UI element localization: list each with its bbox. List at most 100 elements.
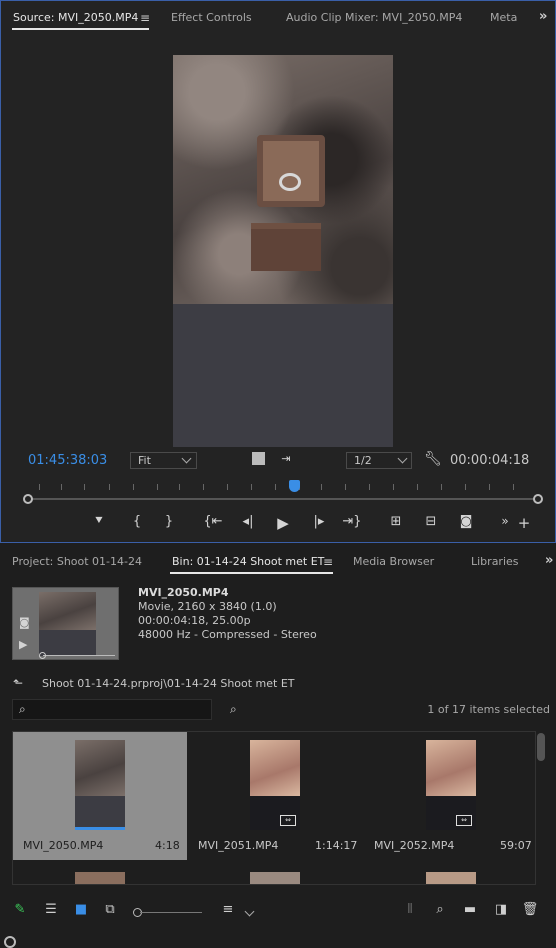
icon-view-icon[interactable]: ■ [72,902,90,917]
camera-icon[interactable]: ◙ [19,616,30,629]
clip-duration: 59:07 [500,839,532,852]
chevron-down-icon[interactable] [244,906,255,917]
chevron-down-icon [181,453,192,464]
preview-clip-timing: 00:00:04:18, 25.00p [138,614,251,627]
tab-libraries[interactable]: Libraries [471,555,519,568]
step-forward-icon[interactable]: |▸ [308,514,330,529]
source-monitor-panel: Source: MVI_2050.MP4 ≡ Effect Controls A… [0,0,556,543]
ring-box-base [251,223,321,271]
zoom-dropdown[interactable]: Fit [130,452,197,469]
sort-icon[interactable]: ≡ [219,902,237,917]
chevron-down-icon [397,453,408,464]
clip-duration: 1:14:17 [315,839,358,852]
play-icon[interactable]: ▶ [19,638,27,651]
new-item-icon[interactable]: ◨ [492,902,510,917]
panel-menu-icon[interactable]: ≡ [140,11,150,25]
active-tab-underline [12,28,149,30]
time-ruler[interactable] [29,482,537,494]
preview-clip-name: MVI_2050.MP4 [138,586,229,599]
clip-name: MVI_2050.MP4 [23,839,104,852]
list-view-icon[interactable]: ☰ [42,902,60,917]
active-tab-underline [170,572,333,574]
selection-count: 1 of 17 items selected [427,703,550,716]
preview-image [39,592,96,656]
resolution-value: 1/2 [354,454,372,467]
audio-video-badge-icon: ⇔ [280,815,296,826]
automate-to-sequence-icon[interactable]: ⦀ [401,902,419,917]
tab-project[interactable]: Project: Shoot 01-14-24 [12,555,142,568]
preview-thumbnail[interactable]: ◙ ▶ [12,587,119,660]
bin-path: Shoot 01-14-24.prproj\01-14-24 Shoot met… [42,677,295,690]
clip-thumbnail: ⇔ [250,740,300,830]
overflow-chevron-icon[interactable]: » [539,9,547,24]
panel-menu-icon[interactable]: ≡ [323,555,333,569]
zoom-slider[interactable] [140,912,202,913]
export-frame-icon[interactable]: ◙ [455,514,477,529]
insert-overlay-icon[interactable]: ⇥ [277,452,295,465]
step-back-icon[interactable]: ◂| [237,514,259,529]
mark-out-icon[interactable]: } [158,514,180,529]
bin-panel: Project: Shoot 01-14-24 Bin: 01-14-24 Sh… [0,545,556,948]
scroll-end-handle[interactable] [533,494,543,504]
tab-bin[interactable]: Bin: 01-14-24 Shoot met ET [172,555,324,568]
settings-toggle-icon[interactable] [252,452,265,465]
mark-in-icon[interactable]: { [126,514,148,529]
pencil-icon[interactable]: ✎ [11,902,29,917]
clip-thumbnail-partial [75,872,125,884]
clip-tile[interactable]: MVI_2050.MP4 4:18 [13,732,187,860]
audio-video-badge-icon: ⇔ [456,815,472,826]
source-video-frame [173,55,393,447]
add-marker-icon[interactable]: ⯆ [88,514,110,529]
clip-thumbnail: ⇔ [426,740,476,830]
freeform-view-icon[interactable]: ⧉ [101,902,119,917]
clip-duration: 00:00:04:18 [450,453,530,468]
search-icon: ⌕ [19,702,26,716]
clip-name: MVI_2051.MP4 [198,839,279,852]
resolution-dropdown[interactable]: 1/2 [346,452,412,469]
wrench-icon[interactable]: 🔧︎ [424,451,442,467]
current-timecode[interactable]: 01:45:38:03 [28,453,107,468]
preview-scrub-bar[interactable] [43,655,115,656]
play-icon[interactable]: ▶ [272,514,294,532]
trash-icon[interactable]: 🗑︎ [521,902,539,917]
tab-effect-controls[interactable]: Effect Controls [171,11,252,24]
source-tab-bar: Source: MVI_2050.MP4 ≡ Effect Controls A… [1,1,555,35]
scroll-start-handle[interactable] [23,494,33,504]
vertical-scrollbar[interactable] [537,733,545,761]
clip-thumbnail-partial [426,872,476,884]
clip-usage-bar [75,827,125,830]
go-to-out-icon[interactable]: ⇥} [341,514,363,529]
preview-scrub-handle[interactable] [39,652,46,659]
go-to-in-icon[interactable]: {⇤ [202,514,224,529]
zoom-value: Fit [138,454,151,467]
clip-name: MVI_2052.MP4 [374,839,455,852]
tab-audio-clip-mixer[interactable]: Audio Clip Mixer: MVI_2050.MP4 [286,11,462,24]
tab-media-browser[interactable]: Media Browser [353,555,434,568]
find-icon[interactable]: ⌕ [431,902,449,917]
clip-thumbnail-partial [250,872,300,884]
tab-metadata[interactable]: Meta [490,11,517,24]
clip-duration: 4:18 [155,839,180,852]
preview-clip-format: Movie, 2160 x 3840 (1.0) [138,600,277,613]
search-input[interactable]: ⌕ [12,699,212,720]
new-bin-icon[interactable]: ▬ [461,902,479,917]
add-button-icon[interactable]: + [513,514,535,532]
overwrite-icon[interactable]: ⊟ [420,514,442,529]
playhead[interactable] [289,480,300,492]
preview-clip-audio: 48000 Hz - Compressed - Stereo [138,628,317,641]
letterbox-area [173,304,393,447]
clip-thumbnail [75,740,125,830]
tab-source[interactable]: Source: MVI_2050.MP4 [13,11,138,24]
overflow-chevron-icon[interactable]: » [545,553,553,568]
clip-tile[interactable]: ⇔ MVI_2052.MP4 59:07 [361,732,535,860]
clip-tile[interactable]: ⇔ MVI_2051.MP4 1:14:17 [187,732,361,860]
insert-icon[interactable]: ⊞ [385,514,407,529]
bin-toolbar: ✎ ☰ ■ ⧉ ≡ ⦀ ⌕ ▬ ◨ 🗑︎ [0,892,556,925]
bin-icon-grid[interactable]: MVI_2050.MP4 4:18 ⇔ MVI_2051.MP4 1:14:17… [12,731,536,885]
zoom-scroll-track[interactable] [29,498,537,500]
status-indicator-icon [4,936,16,948]
ring-box-lid [257,135,325,207]
ring [279,173,301,191]
folder-up-icon[interactable]: ⬑ [13,676,23,690]
new-search-bin-icon[interactable]: ⌕ [230,702,237,717]
